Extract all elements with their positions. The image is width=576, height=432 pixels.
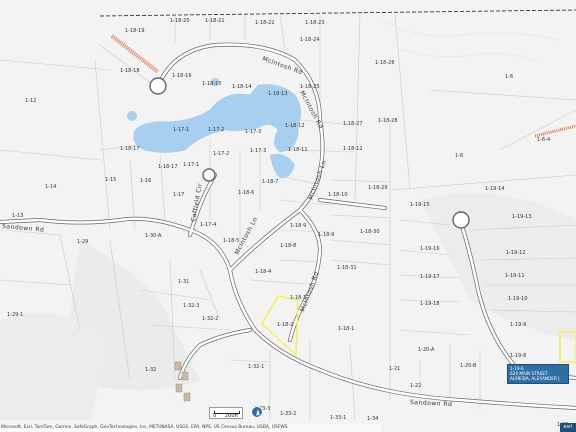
parcel-label: 1-18-21 (205, 18, 225, 24)
parcel-label: 1-29 (77, 239, 88, 245)
cul-de-sac (452, 211, 470, 229)
parcel-label: 1-13 (12, 213, 23, 219)
parcel-label: 1-19-12 (506, 250, 526, 256)
parcel-label: 1-6 (455, 153, 463, 159)
parcel-label: 1-17-2 (208, 127, 224, 133)
parcel-label: 1-20-B (460, 363, 477, 369)
map-canvas[interactable]: McIntosh Rd McIntosh Rd McIntosh Rd McIn… (0, 0, 576, 432)
parcel-label: 1-18-23 (305, 20, 325, 26)
parcel-label: 1-16 (140, 178, 151, 184)
parcel-label: 1-17-4 (200, 222, 216, 228)
parcel-label: 1-33-1 (330, 415, 346, 421)
parcel-label: 1-18-8 (280, 243, 296, 249)
parcel-label: 1-19-15 (410, 202, 430, 208)
parcel-label: 1-14 (45, 184, 56, 190)
parcel-label: 1-18-16 (172, 73, 192, 79)
parcel-label: 1-18-5 (223, 238, 239, 244)
parcel-label: 1-18-22 (255, 20, 275, 26)
parcel-label: 1-18-29 (368, 185, 388, 191)
parcel-label: 1-19-11 (505, 273, 525, 279)
parcel-label: 1-32-2 (202, 316, 218, 322)
parcel-label: 1-32-3 (183, 303, 199, 309)
parcel-label: 1-31 (178, 279, 189, 285)
parcel-label: 1-19-18 (420, 301, 440, 307)
parcel-label: 1-19-10 (508, 296, 528, 302)
parcel-label: 1-6 (505, 74, 513, 80)
parcel-label: 1-18-14 (232, 84, 252, 90)
parcel-label: 1-6-4 (537, 137, 550, 143)
parcel-label: 1-21 (389, 366, 400, 372)
parcel-label: 1-18-13 (268, 91, 288, 97)
parcel-label: 1-19-16 (420, 246, 440, 252)
parcel-label: 1-17-3 (245, 129, 261, 135)
parcel-label: 1-20-A (418, 347, 435, 353)
parcel-label: 1-18-4 (255, 269, 271, 275)
parcel-map[interactable]: McIntosh Rd McIntosh Rd McIntosh Rd McIn… (0, 0, 576, 432)
parcel-label: 1-18-28 (378, 118, 398, 124)
parcel-label: 1-17-2 (213, 151, 229, 157)
parcel-popup[interactable]: 1-19-6 629 MAIN STREET ALMEIDA, ALEXANDE… (507, 364, 569, 384)
parcel-label: 1-18-12 (343, 146, 363, 152)
parcel-label: 1-18-30 (360, 229, 380, 235)
parcel-label: 1-15 (105, 177, 116, 183)
parcel-label: 1-32 (145, 367, 156, 373)
parcel-label: 1-30-A (145, 233, 162, 239)
parcel-label: 1-17-3 (250, 148, 266, 154)
parcel-label: 1-18-11 (288, 147, 308, 153)
scale-distance-label: 200ft (225, 413, 239, 419)
parcel-label: 1-22 (410, 383, 421, 389)
parcel-label: 1-19-13 (512, 214, 532, 220)
parcel-label: 1-18-18 (120, 68, 140, 74)
parcel-label: 1-32-1 (248, 364, 264, 370)
cul-de-sac (202, 168, 216, 182)
parcel-label: 1-17-1 (173, 127, 189, 133)
parcel-label: 1-18-27 (343, 121, 363, 127)
parcel-label: 1-18-10 (328, 192, 348, 198)
parcel-label: 1-18-2 (277, 322, 293, 328)
cul-de-sac (149, 77, 167, 95)
parcel-label: 1-18-12 (285, 123, 305, 129)
parcel-label: 1-18-9 (290, 223, 306, 229)
parcel-label: 1-17 (173, 192, 184, 198)
parcel-label: 1-18-6 (238, 190, 254, 196)
parcel-label: 1-33-2 (280, 411, 296, 417)
scale-bar: 0 200ft (209, 407, 243, 419)
parcel-label: 1-18-20 (170, 18, 190, 24)
parcel-label: 1-18-17 (120, 146, 140, 152)
parcel-label: 1-18-24 (300, 37, 320, 43)
parcel-label: 1-19-14 (485, 186, 505, 192)
parcel-label: 1-18-1 (338, 326, 354, 332)
popup-owner: ALMEIDA, ALEXANDER J (510, 376, 560, 381)
parcel-label: 1-18-3 (290, 295, 306, 301)
parcel-label: 1-18-19 (125, 28, 145, 34)
parcel-label: 1-18-31 (337, 265, 357, 271)
parcel-label: 1-17-1 (183, 162, 199, 168)
esri-logo: esri (560, 423, 576, 432)
scale-zero-label: 0 (213, 413, 217, 419)
parcel-label: 1-18-9 (318, 232, 334, 238)
parcel-label: 1-18-26 (375, 60, 395, 66)
parcel-label: 1-18-15 (202, 81, 222, 87)
parcel-label: 1-18-17 (158, 164, 178, 170)
parcel-label: 1-29-1 (7, 312, 23, 318)
parcel-label: 1-34 (367, 416, 378, 422)
parcel-label: 1-19-17 (420, 274, 440, 280)
parcel-label: 1-19-9 (510, 322, 526, 328)
map-attribution: Microsoft, Esri, TomTom, Garmin, SafeGra… (0, 424, 381, 432)
parcel-label: 1-18-25 (300, 84, 320, 90)
north-arrow-icon[interactable] (251, 406, 263, 418)
parcel-label: 1-12 (25, 98, 36, 104)
parcel-label: 1-18-7 (262, 179, 278, 185)
parcel-label: 1-19-8 (510, 353, 526, 359)
